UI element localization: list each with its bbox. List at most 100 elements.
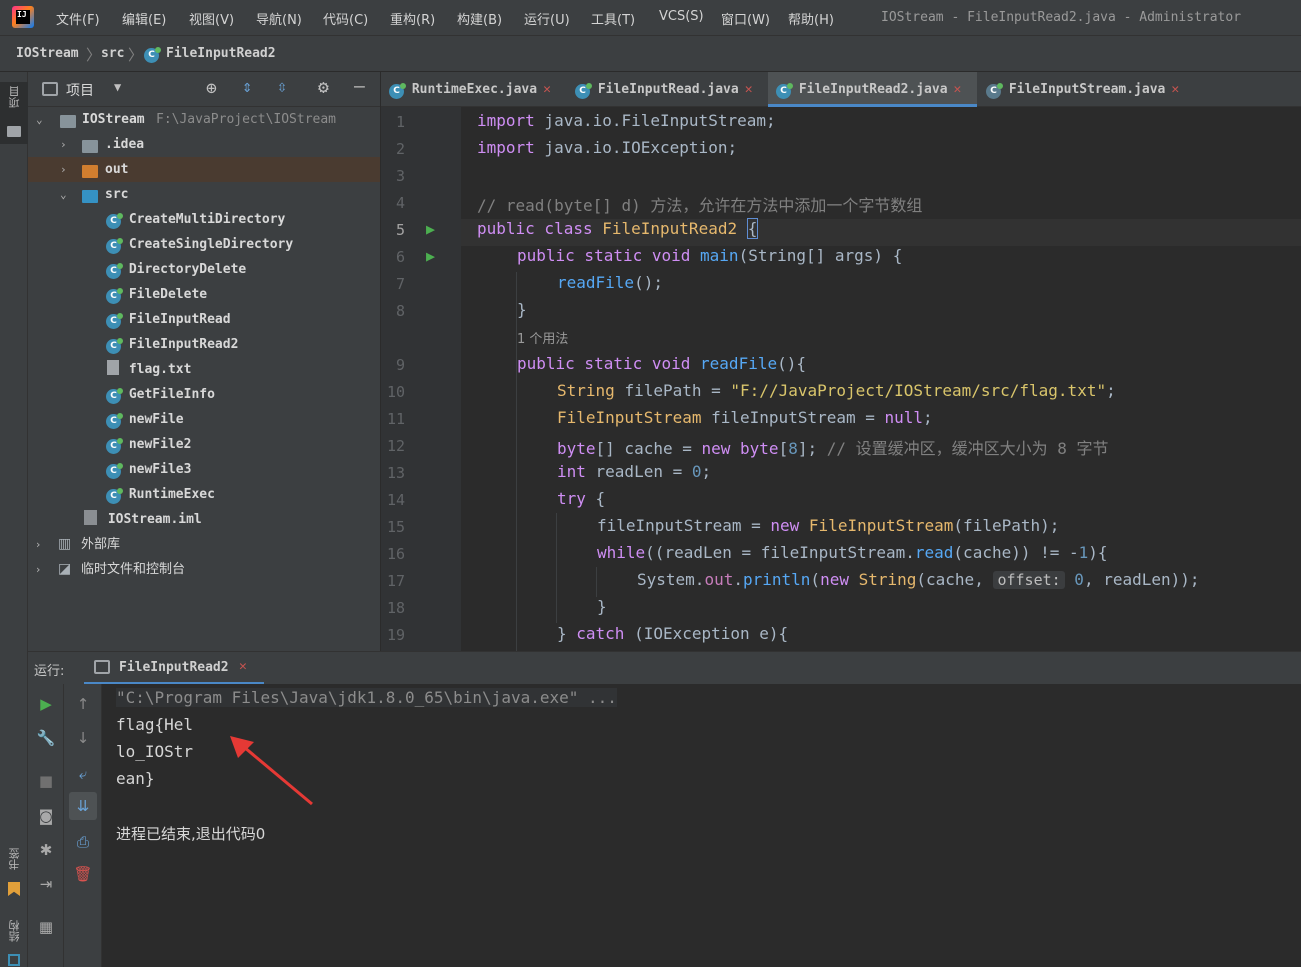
soft-wrap-icon[interactable]: ⤶ bbox=[73, 764, 93, 784]
run-class-icon[interactable]: ▶ bbox=[426, 220, 435, 238]
line-number: 4 bbox=[395, 194, 405, 212]
menu-tools[interactable]: 工具(T) bbox=[591, 9, 635, 28]
code-editor[interactable]: import java.io.FileInputStream; import j… bbox=[461, 107, 1301, 651]
intellij-logo-icon[interactable]: IJ bbox=[12, 6, 34, 28]
tree-item-text-file[interactable]: flag.txt bbox=[106, 357, 191, 382]
breadcrumb-separator-icon: 〉 bbox=[86, 46, 102, 64]
project-tool-tab[interactable]: 项目 bbox=[0, 82, 28, 144]
gear-icon[interactable]: ⚙ bbox=[318, 77, 329, 98]
tab-fileinputstream[interactable]: C FileInputStream.java ✕ bbox=[978, 72, 1188, 107]
expand-all-icon[interactable]: ⇕ bbox=[242, 77, 252, 97]
close-icon[interactable]: ✕ bbox=[543, 82, 551, 97]
collapse-all-icon[interactable]: ⇳ bbox=[277, 77, 287, 97]
menu-file[interactable]: 文件(F) bbox=[56, 9, 100, 28]
code-line: while((readLen = fileInputStream.read(ca… bbox=[597, 543, 1108, 562]
class-icon: C bbox=[106, 338, 123, 354]
menu-build[interactable]: 构建(B) bbox=[457, 9, 502, 28]
close-icon[interactable]: ✕ bbox=[745, 82, 753, 97]
tree-item-class[interactable]: C FileInputRead2 bbox=[106, 332, 238, 357]
locate-icon[interactable]: ⊕ bbox=[206, 78, 217, 99]
tree-item-scratches[interactable]: › ◪ 临时文件和控制台 bbox=[28, 557, 380, 582]
wrench-icon[interactable]: 🔧 bbox=[36, 728, 56, 748]
tab-fileinputread2[interactable]: C FileInputRead2.java ✕ bbox=[768, 72, 977, 107]
tree-item-external-libraries[interactable]: › ▥ 外部库 bbox=[28, 532, 380, 557]
scroll-to-end-icon[interactable]: ⇊ bbox=[73, 796, 93, 816]
code-line: } catch (IOException e){ bbox=[557, 624, 789, 643]
window-title: IOStream - FileInputRead2.java - Adminis… bbox=[881, 10, 1242, 25]
tree-item-class[interactable]: C CreateMultiDirectory bbox=[106, 207, 285, 232]
tree-item-class[interactable]: C RuntimeExec bbox=[106, 482, 215, 507]
menu-window[interactable]: 窗口(W) bbox=[721, 9, 770, 28]
run-panel-label: 运行: bbox=[34, 664, 65, 679]
class-icon: C bbox=[106, 463, 123, 479]
breadcrumb-file[interactable]: FileInputRead2 bbox=[166, 46, 276, 61]
line-number: 9 bbox=[395, 356, 405, 374]
run-tab[interactable]: FileInputRead2 ✕ bbox=[84, 652, 264, 685]
menu-edit[interactable]: 编辑(E) bbox=[122, 9, 166, 28]
class-icon: C bbox=[106, 288, 123, 304]
close-icon[interactable]: ✕ bbox=[1171, 82, 1179, 97]
structure-tool-label[interactable]: 结构 bbox=[7, 920, 23, 942]
menu-vcs[interactable]: VCS(S) bbox=[659, 9, 704, 24]
camera-icon[interactable]: ◙ bbox=[36, 806, 56, 826]
menu-navigate[interactable]: 导航(N) bbox=[256, 9, 302, 28]
chevron-down-icon[interactable]: ▼ bbox=[114, 80, 121, 94]
tree-item-class[interactable]: C GetFileInfo bbox=[106, 382, 215, 407]
debug-icon[interactable]: ✱ bbox=[36, 840, 56, 860]
parameter-hint: offset: bbox=[993, 571, 1065, 589]
source-folder-icon bbox=[82, 190, 98, 203]
tree-item-src[interactable]: ⌄ src bbox=[28, 182, 380, 207]
tree-item-class[interactable]: C newFile3 bbox=[106, 457, 191, 482]
tree-item-class[interactable]: C FileInputRead bbox=[106, 307, 231, 332]
line-number: 8 bbox=[395, 302, 405, 320]
menu-refactor[interactable]: 重构(R) bbox=[390, 9, 435, 28]
breadcrumb-folder[interactable]: src bbox=[101, 46, 124, 61]
tree-item-class[interactable]: C DirectoryDelete bbox=[106, 257, 246, 282]
trash-icon[interactable]: 🗑 bbox=[73, 864, 93, 884]
console-output[interactable]: "C:\Program Files\Java\jdk1.8.0_65\bin\j… bbox=[102, 684, 1301, 967]
bookmarks-tool-label[interactable]: 书签 bbox=[7, 848, 23, 870]
code-line: import java.io.IOException; bbox=[477, 138, 738, 157]
editor-gutter: 1 2 3 4 5 6 7 8 9 10 11 12 13 14 15 16 1… bbox=[381, 107, 461, 651]
tree-item-iml[interactable]: IOStream.iml bbox=[84, 507, 202, 532]
menu-run[interactable]: 运行(U) bbox=[524, 9, 570, 28]
rerun-icon[interactable]: ▶ bbox=[36, 694, 56, 714]
tree-item-class[interactable]: C FileDelete bbox=[106, 282, 207, 307]
arrow-up-icon[interactable]: ↑ bbox=[73, 694, 93, 714]
code-line: fileInputStream = new FileInputStream(fi… bbox=[597, 516, 1060, 535]
close-icon[interactable]: ✕ bbox=[954, 82, 962, 97]
menu-view[interactable]: 视图(V) bbox=[189, 9, 234, 28]
module-folder-icon bbox=[60, 115, 76, 128]
line-number: 2 bbox=[395, 140, 405, 158]
tree-item-class[interactable]: C newFile bbox=[106, 407, 184, 432]
exit-icon[interactable]: ⇥ bbox=[36, 874, 56, 894]
console-icon bbox=[94, 660, 110, 674]
class-icon: C bbox=[106, 313, 123, 329]
line-number: 10 bbox=[386, 383, 405, 401]
code-line: import java.io.FileInputStream; bbox=[477, 111, 776, 130]
tab-fileinputread[interactable]: C FileInputRead.java ✕ bbox=[567, 72, 767, 107]
tree-item-idea[interactable]: › .idea bbox=[28, 132, 380, 157]
code-line: } bbox=[597, 597, 607, 616]
stop-icon[interactable]: ■ bbox=[36, 771, 56, 791]
layout-icon[interactable]: ▦ bbox=[36, 917, 56, 937]
annotation-arrow-icon bbox=[230, 736, 313, 806]
print-icon[interactable]: ⎙ bbox=[73, 832, 93, 852]
project-panel-title[interactable]: 项目 bbox=[66, 80, 94, 100]
usage-hint[interactable]: 1 个用法 bbox=[517, 328, 568, 347]
tree-item-out[interactable]: › out bbox=[28, 157, 380, 182]
bookmark-icon[interactable] bbox=[8, 882, 20, 896]
tree-item-class[interactable]: C newFile2 bbox=[106, 432, 191, 457]
arrow-down-icon[interactable]: ↓ bbox=[73, 728, 93, 748]
tree-root[interactable]: ⌄ IOStream F:\JavaProject\IOStream bbox=[28, 107, 380, 132]
menu-code[interactable]: 代码(C) bbox=[323, 9, 368, 28]
close-icon[interactable]: ✕ bbox=[239, 659, 247, 674]
tab-runtimeexec[interactable]: C RuntimeExec.java ✕ bbox=[381, 72, 566, 107]
tree-item-class[interactable]: C CreateSingleDirectory bbox=[106, 232, 293, 257]
hide-icon[interactable]: — bbox=[354, 76, 365, 97]
menu-help[interactable]: 帮助(H) bbox=[788, 9, 834, 28]
structure-icon[interactable] bbox=[8, 954, 20, 966]
class-icon: C bbox=[389, 83, 406, 99]
run-main-icon[interactable]: ▶ bbox=[426, 247, 435, 265]
breadcrumb-project[interactable]: IOStream bbox=[16, 46, 79, 61]
